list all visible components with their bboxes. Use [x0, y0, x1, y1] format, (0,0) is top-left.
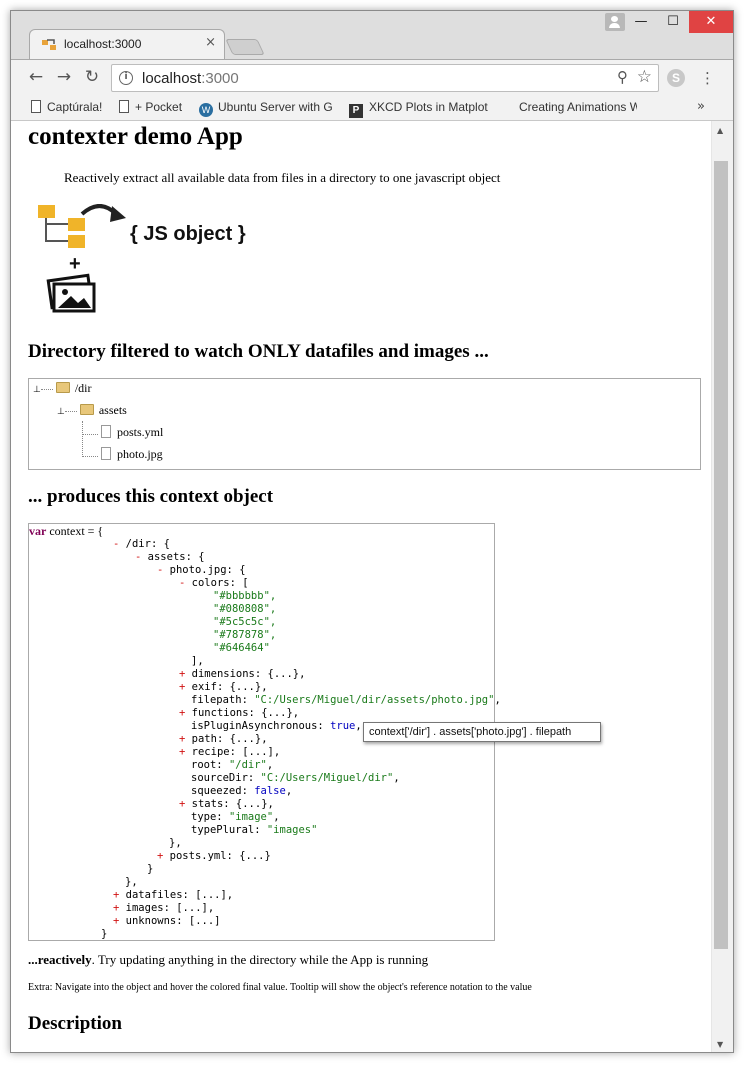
directory-heading: Directory filtered to watch ONLY datafil…: [28, 341, 489, 362]
vertical-scrollbar[interactable]: ▲ ▼: [711, 121, 733, 1052]
code-value[interactable]: "#646464": [213, 642, 270, 655]
p-logo-icon: P: [349, 104, 363, 118]
description-heading: Description: [28, 1013, 122, 1034]
code-line: }: [147, 863, 154, 875]
bookmark-item[interactable]: W Ubuntu Server with G: [199, 100, 337, 117]
code-line[interactable]: + dimensions: {...},: [179, 668, 305, 681]
toolbar: ← → ↻ i localhost:3000 ⚲ ☆ S ⋮: [11, 59, 733, 95]
close-window-button[interactable]: ✕: [689, 11, 733, 33]
bookmark-item[interactable]: Captúrala!: [31, 100, 102, 114]
bookmark-star-icon[interactable]: ☆: [637, 67, 652, 87]
bookmark-item[interactable]: Creating Animations W: [519, 100, 637, 114]
code-line[interactable]: + stats: {...},: [179, 798, 274, 811]
maximize-button[interactable]: ☐: [657, 11, 689, 33]
tree-node-posts-yml[interactable]: posts.yml: [101, 425, 163, 440]
code-line[interactable]: type: "image",: [191, 811, 280, 824]
code-line[interactable]: + unknowns: [...]: [113, 915, 220, 928]
back-arrow-icon[interactable]: ←: [25, 66, 47, 88]
logo-plus: +: [69, 253, 81, 275]
logo-text: { JS object }: [130, 223, 246, 245]
url-text[interactable]: localhost:3000: [142, 70, 239, 87]
code-line[interactable]: + exif: {...},: [179, 681, 268, 694]
tab-close-button[interactable]: ×: [205, 35, 216, 50]
skype-extension-icon[interactable]: S: [667, 69, 685, 87]
code-line: },: [169, 837, 182, 849]
code-line[interactable]: + recipe: [...],: [179, 746, 280, 759]
code-line[interactable]: - colors: [: [179, 577, 249, 590]
code-line[interactable]: filepath: "C:/Users/Miguel/dir/assets/ph…: [191, 694, 501, 707]
code-value[interactable]: "#5c5c5c",: [213, 616, 276, 629]
context-heading: ... produces this context object: [28, 486, 274, 507]
code-line[interactable]: root: "/dir",: [191, 759, 273, 772]
reactively-note: ...reactively. Try updating anything in …: [28, 952, 429, 967]
images-icon: [46, 273, 96, 313]
code-value[interactable]: "#787878",: [213, 629, 276, 642]
reference-tooltip: context['/dir'] . assets['photo.jpg'] . …: [363, 722, 601, 742]
code-line[interactable]: - /dir: {: [113, 538, 170, 551]
reload-icon[interactable]: ↻: [81, 66, 103, 88]
code-line[interactable]: + path: {...},: [179, 733, 268, 746]
code-line[interactable]: - photo.jpg: {: [157, 564, 246, 577]
page-content: contexter demo App Reactively extract al…: [11, 121, 711, 1052]
directory-tree: ⊥/dir ⊥ assets posts.yml photo.jpg: [28, 378, 701, 470]
page-icon: [31, 100, 41, 113]
code-line[interactable]: isPluginAsynchronous: true,: [191, 720, 362, 733]
tree-node-dir[interactable]: ⊥/dir: [33, 381, 92, 396]
collapse-toggle-icon[interactable]: ⊥: [33, 385, 41, 395]
address-bar[interactable]: i localhost:3000 ⚲ ☆: [111, 64, 659, 92]
code-line: ],: [191, 655, 204, 667]
scroll-down-arrow-icon[interactable]: ▼: [717, 1040, 723, 1049]
code-line[interactable]: + images: [...],: [113, 902, 214, 915]
profile-icon[interactable]: [605, 13, 625, 31]
code-line[interactable]: sourceDir: "C:/Users/Miguel/dir",: [191, 772, 400, 785]
code-line[interactable]: typePlural: "images": [191, 824, 317, 837]
favicon-icon: [42, 39, 56, 50]
minimize-button[interactable]: —: [625, 11, 657, 33]
extra-note: Extra: Navigate into the object and hove…: [28, 982, 532, 993]
info-icon[interactable]: i: [119, 71, 133, 85]
bookmark-item[interactable]: + Pocket: [119, 100, 182, 114]
page-subtitle: Reactively extract all available data fr…: [64, 170, 501, 185]
bookmark-item[interactable]: P XKCD Plots in Matplot: [349, 100, 491, 118]
file-icon: [101, 425, 111, 438]
tab-title: localhost:3000: [64, 37, 142, 51]
code-line[interactable]: + posts.yml: {...}: [157, 850, 271, 863]
code-value[interactable]: "#080808",: [213, 603, 276, 616]
browser-tab[interactable]: localhost:3000 ×: [29, 29, 225, 59]
scrollbar-thumb[interactable]: [714, 161, 728, 949]
code-line[interactable]: - assets: {: [135, 551, 205, 564]
code-line: var context = {: [29, 524, 104, 538]
bookmarks-overflow-button[interactable]: »: [697, 99, 705, 114]
folder-icon: [55, 382, 70, 393]
wordpress-icon: W: [199, 103, 213, 117]
code-line: }: [101, 928, 108, 940]
code-line: },: [125, 876, 138, 888]
code-value[interactable]: "#bbbbbb",: [213, 590, 276, 603]
menu-icon[interactable]: ⋮: [700, 68, 715, 88]
scroll-up-arrow-icon[interactable]: ▲: [717, 126, 723, 135]
bookmarks-bar: Captúrala! + Pocket W Ubuntu Server with …: [11, 95, 733, 121]
file-icon: [101, 447, 111, 460]
tree-node-photo-jpg[interactable]: photo.jpg: [101, 447, 163, 462]
folder-icon: [79, 404, 94, 415]
page-title: contexter demo App: [28, 123, 243, 150]
browser-window: — ☐ ✕ localhost:3000 × ← → ↻ i localhost…: [10, 10, 734, 1053]
tree-node-assets[interactable]: ⊥ assets: [57, 403, 127, 418]
code-line[interactable]: + datafiles: [...],: [113, 889, 233, 902]
code-line[interactable]: + functions: {...},: [179, 707, 299, 720]
forward-arrow-icon[interactable]: →: [53, 66, 75, 88]
page-icon: [119, 100, 129, 113]
code-line[interactable]: squeezed: false,: [191, 785, 292, 798]
new-tab-button[interactable]: [225, 39, 265, 55]
collapse-toggle-icon[interactable]: ⊥: [57, 407, 65, 417]
zoom-icon[interactable]: ⚲: [617, 68, 628, 86]
app-logo: { JS object } +: [38, 204, 246, 313]
